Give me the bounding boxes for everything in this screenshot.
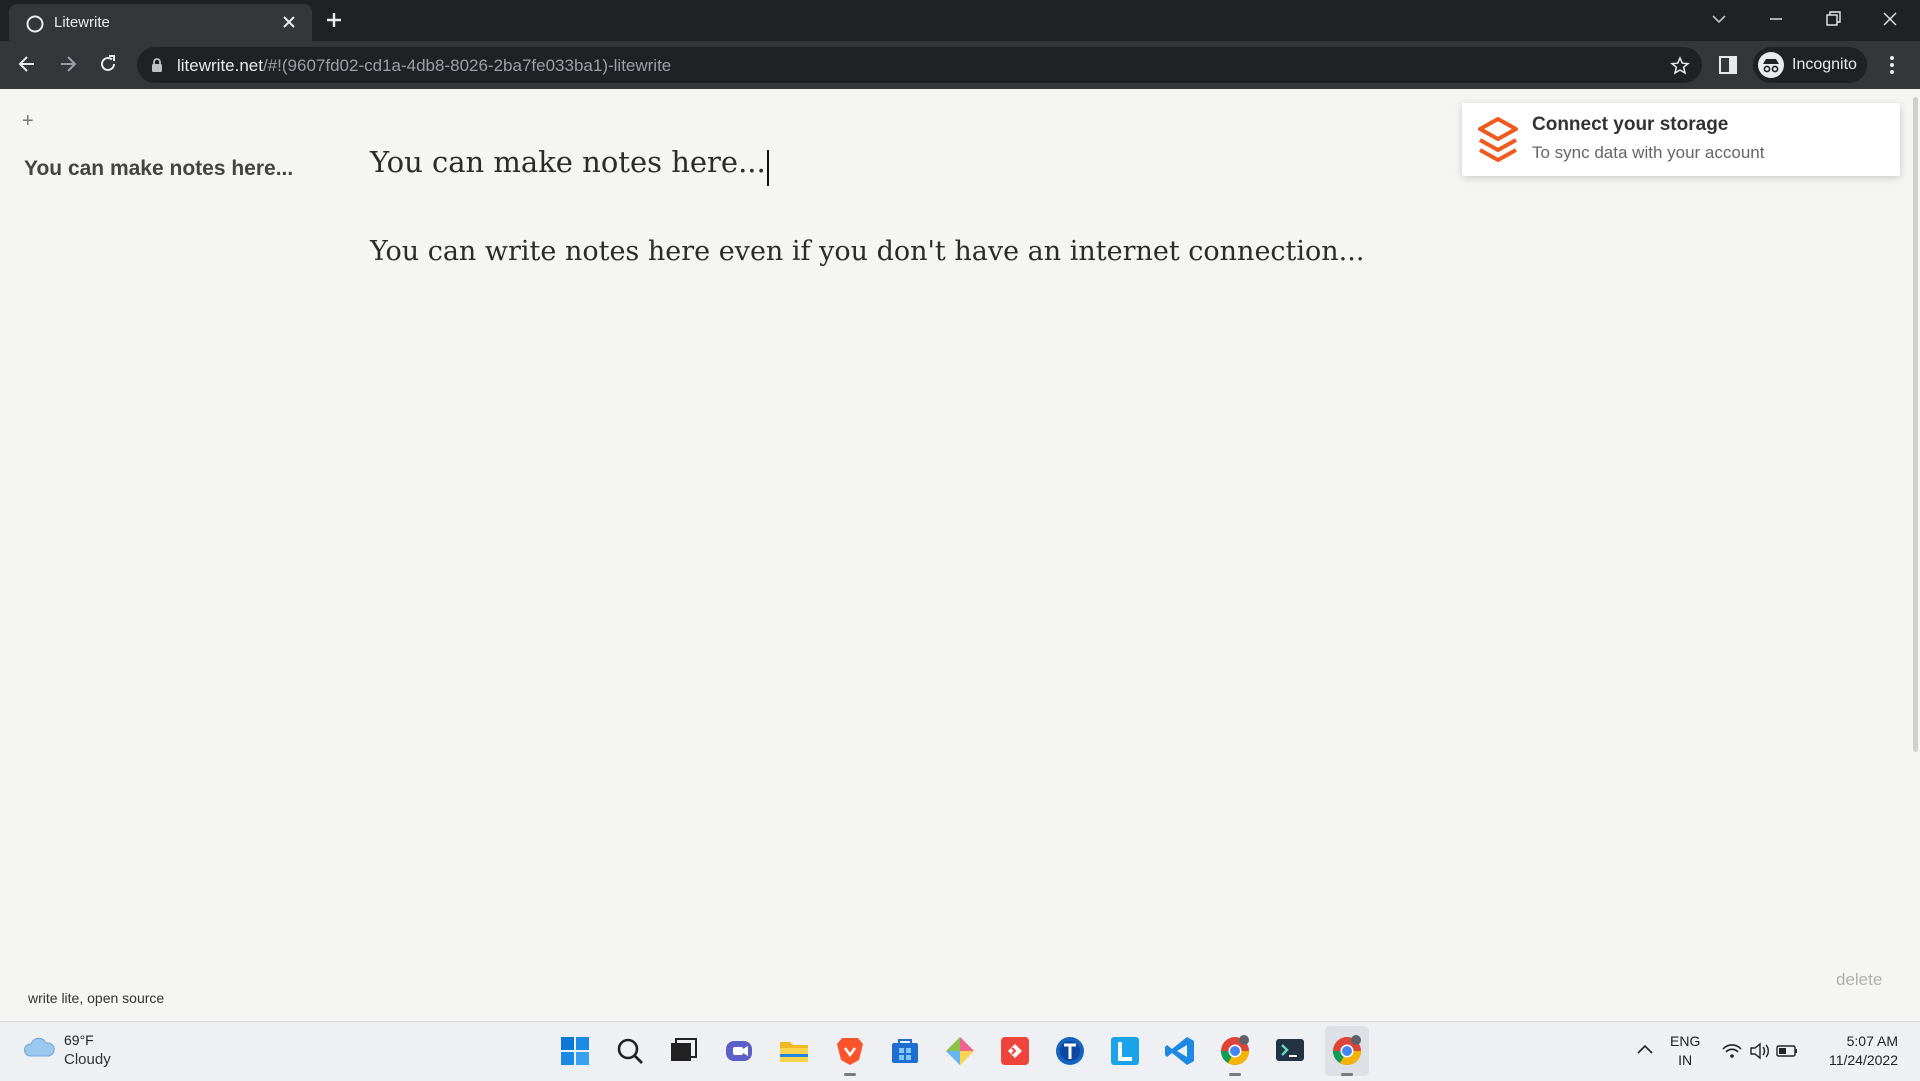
browser-tab[interactable]: Litewrite [9, 4, 312, 41]
incognito-label: Incognito [1792, 56, 1857, 73]
text-caret [766, 149, 769, 186]
browser-tab-strip: Litewrite [0, 0, 1920, 41]
volume-icon [1750, 1042, 1769, 1060]
weather-widget[interactable]: 69°F Cloudy [22, 1032, 111, 1068]
git-icon[interactable] [943, 1034, 977, 1068]
url-text: litewrite.net/#!(9607fd02-cd1a-4db8-8026… [177, 56, 671, 76]
chrome-icon[interactable] [1218, 1034, 1252, 1076]
teams-chat-icon[interactable] [722, 1034, 756, 1068]
footer-tagline[interactable]: write lite, open source [28, 990, 164, 1006]
incognito-profile-button[interactable]: Incognito [1753, 47, 1867, 83]
minimize-icon[interactable] [1767, 8, 1785, 30]
back-arrow-icon[interactable] [16, 53, 38, 75]
weather-temperature: 69°F [64, 1032, 94, 1048]
incognito-icon [1757, 51, 1785, 79]
clock-time: 5:07 AM [1846, 1033, 1898, 1049]
side-panel-icon[interactable] [1718, 55, 1738, 75]
chrome-active-icon[interactable] [1330, 1034, 1364, 1076]
anydesk-icon[interactable] [998, 1034, 1032, 1068]
windows-taskbar: 69°F Cloudy ENG IN 5:07 AM 11/24/2022 [0, 1021, 1920, 1081]
language-indicator[interactable]: ENG IN [1670, 1032, 1700, 1070]
page-scrollbar[interactable] [1913, 97, 1918, 752]
tab-favicon-icon [26, 15, 44, 33]
tab-title: Litewrite [54, 14, 110, 31]
launcher-l-icon[interactable] [1108, 1034, 1142, 1068]
address-bar[interactable]: litewrite.net/#!(9607fd02-cd1a-4db8-8026… [137, 47, 1702, 83]
delete-note-link[interactable]: delete [1836, 970, 1882, 990]
browser-toolbar: litewrite.net/#!(9607fd02-cd1a-4db8-8026… [0, 41, 1920, 89]
remotestorage-logo-icon [1476, 116, 1520, 164]
window-close-icon[interactable] [1881, 8, 1899, 30]
terminal-icon[interactable] [1273, 1034, 1307, 1068]
show-hidden-icons-chevron-up-icon[interactable] [1636, 1042, 1654, 1056]
windows-start-icon[interactable] [558, 1034, 592, 1068]
url-host: litewrite.net [177, 56, 263, 75]
tab-search-chevron-down-icon[interactable] [1710, 8, 1728, 30]
tor-icon[interactable] [1053, 1034, 1087, 1068]
tab-close-icon[interactable] [281, 14, 297, 30]
connect-storage-subtitle: To sync data with your account [1532, 143, 1765, 162]
url-path: /#!(9607fd02-cd1a-4db8-8026-2ba7fe033ba1… [262, 56, 672, 75]
lock-icon[interactable] [151, 58, 163, 73]
store-icon[interactable] [888, 1034, 922, 1068]
clock-date: 11/24/2022 [1828, 1052, 1898, 1068]
reload-icon[interactable] [97, 53, 119, 75]
language-code: ENG [1670, 1033, 1701, 1049]
bookmark-star-icon[interactable] [1670, 56, 1690, 76]
weather-condition: Cloudy [64, 1051, 111, 1068]
note-editor[interactable]: You can make notes here... [370, 145, 769, 186]
more-menu-icon[interactable] [1886, 55, 1898, 75]
sidebar-note-item[interactable]: You can make notes here... [24, 157, 293, 181]
system-tray[interactable] [1721, 1041, 1801, 1061]
connect-storage-title: Connect your storage [1532, 114, 1729, 135]
note-title-text[interactable]: You can make notes here... [370, 145, 766, 179]
restore-icon[interactable] [1824, 8, 1842, 30]
add-note-button[interactable]: + [22, 111, 34, 131]
battery-icon [1776, 1045, 1797, 1057]
connect-storage-widget[interactable]: Connect your storage To sync data with y… [1462, 103, 1900, 176]
cloudy-weather-icon [22, 1034, 56, 1060]
litewrite-page: + You can make notes here... You can mak… [0, 89, 1920, 1021]
new-tab-icon[interactable] [324, 10, 344, 30]
file-explorer-icon[interactable] [777, 1034, 811, 1068]
search-icon[interactable] [613, 1034, 647, 1068]
taskbar-clock[interactable]: 5:07 AM 11/24/2022 [1812, 1032, 1898, 1070]
language-region: IN [1678, 1052, 1693, 1068]
vscode-icon[interactable] [1163, 1034, 1197, 1068]
brave-browser-icon[interactable] [833, 1034, 867, 1076]
note-body-text[interactable]: You can write notes here even if you don… [370, 236, 1364, 267]
forward-arrow-icon[interactable] [57, 53, 79, 75]
wifi-icon [1722, 1044, 1742, 1058]
task-view-icon[interactable] [666, 1034, 700, 1068]
